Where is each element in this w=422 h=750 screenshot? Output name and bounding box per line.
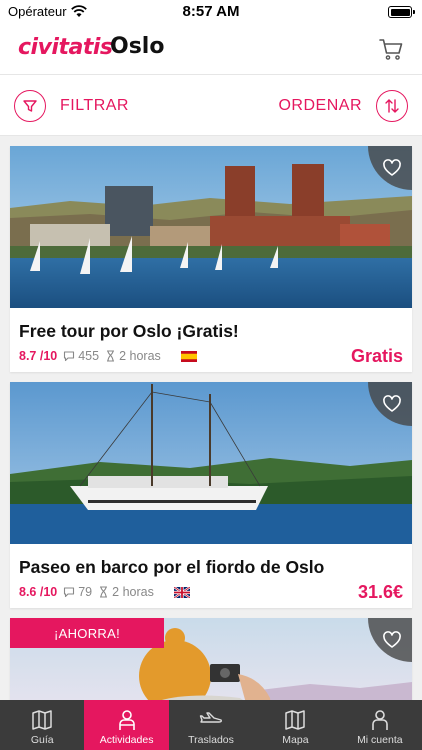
brand-logo[interactable]: civitatis xyxy=(18,35,113,60)
activity-rating: 8.6 /10 xyxy=(19,585,58,599)
sort-button[interactable]: ORDENAR xyxy=(278,89,408,123)
battery-icon xyxy=(388,6,415,18)
tab-label: Guía xyxy=(30,734,54,746)
comment-icon xyxy=(64,351,75,362)
activity-title[interactable]: Free tour por Oslo ¡Gratis! xyxy=(19,321,239,342)
filter-button[interactable]: FILTRAR xyxy=(14,89,129,123)
activity-photo-fjord-boat xyxy=(10,382,412,544)
duration: 2 horas xyxy=(112,585,154,599)
activity-meta: 8.6 /10 79 2 horas xyxy=(19,584,190,600)
uk-flag-icon xyxy=(173,586,190,598)
clock: 8:57 AM xyxy=(182,3,240,20)
person-icon xyxy=(118,710,135,730)
activity-card[interactable]: Paseo en barco por el fiordo de Oslo 8.6… xyxy=(10,382,412,608)
discount-badge: ¡AHORRA! xyxy=(10,618,164,648)
favorite-button[interactable] xyxy=(368,146,412,190)
activity-photo-oslo-city-hall xyxy=(10,146,412,308)
account-icon xyxy=(372,710,388,730)
activity-title[interactable]: Paseo en barco por el fiordo de Oslo xyxy=(19,557,324,578)
comment-icon xyxy=(64,587,75,598)
hourglass-icon xyxy=(107,350,115,362)
page-title: Oslo xyxy=(110,34,165,59)
activity-meta: 8.7 /10 455 2 horas xyxy=(19,348,197,364)
tab-mapa[interactable]: Mapa xyxy=(253,700,337,750)
filter-label: FILTRAR xyxy=(60,97,129,114)
tab-mi-cuenta[interactable]: Mi cuenta xyxy=(338,700,422,750)
review-count: 79 xyxy=(78,585,93,599)
status-bar: Opérateur 8:57 AM xyxy=(0,0,422,24)
review-count: 455 xyxy=(78,349,100,363)
activity-rating: 8.7 /10 xyxy=(19,349,58,363)
tab-guia[interactable]: Guía xyxy=(0,700,84,750)
spain-flag-icon xyxy=(180,350,197,362)
tab-traslados[interactable]: Traslados xyxy=(169,700,253,750)
activity-card[interactable]: Free tour por Oslo ¡Gratis! 8.7 /10 455 … xyxy=(10,146,412,372)
activity-price: 31.6€ xyxy=(357,582,403,602)
plane-icon xyxy=(199,712,222,723)
tab-label: Actividades xyxy=(99,734,154,746)
activity-price: Gratis xyxy=(350,346,403,366)
tab-label: Mapa xyxy=(282,734,309,746)
app-header: civitatis Oslo xyxy=(0,24,422,74)
tab-label: Mi cuenta xyxy=(357,734,403,746)
favorite-button[interactable] xyxy=(368,382,412,426)
tab-actividades[interactable]: Actividades xyxy=(84,700,169,750)
favorite-button[interactable] xyxy=(368,618,412,662)
tab-label: Traslados xyxy=(188,734,234,746)
bottom-tab-bar: Guía Actividades Traslados Mapa Mi cuent… xyxy=(0,700,422,750)
map-book-icon xyxy=(32,710,52,730)
funnel-icon xyxy=(14,90,46,122)
hourglass-icon xyxy=(100,586,108,598)
filter-sort-bar: FILTRAR ORDENAR xyxy=(0,74,422,136)
cart-icon[interactable] xyxy=(378,36,404,62)
sort-label: ORDENAR xyxy=(278,97,362,114)
map-icon xyxy=(285,710,306,730)
sort-arrows-icon xyxy=(376,90,408,122)
duration: 2 horas xyxy=(119,349,161,363)
